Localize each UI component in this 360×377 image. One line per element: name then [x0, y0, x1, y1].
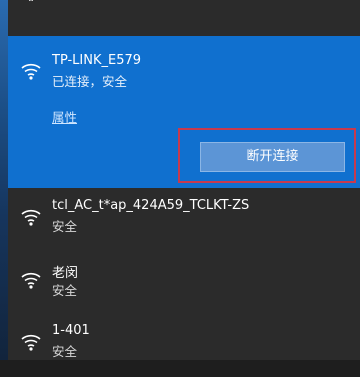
network-status: 安全 — [52, 219, 78, 234]
flyout-top-strip: ¨ — [8, 0, 360, 36]
properties-link[interactable]: 属性 — [52, 107, 77, 126]
network-status: 已连接，安全 — [52, 74, 128, 89]
network-name: 1-401 — [52, 323, 90, 338]
network-name: tcl_AC_t*ap_424A59_TCLKT-ZS — [52, 198, 250, 213]
network-item[interactable]: 老闵 安全 — [8, 255, 360, 317]
network-item[interactable]: 1-401 安全 — [8, 315, 360, 377]
disconnect-button[interactable]: 断开连接 — [200, 142, 345, 172]
top-glyph: ¨ — [28, 0, 34, 12]
wifi-signal-icon — [20, 206, 42, 226]
wifi-signal-icon — [20, 269, 42, 289]
network-name: TP-LINK_E579 — [52, 53, 142, 68]
network-status: 安全 — [52, 283, 78, 298]
network-status: 安全 — [52, 344, 78, 359]
wifi-signal-icon — [20, 60, 42, 80]
network-name: 老闵 — [52, 266, 79, 281]
wifi-signal-icon — [20, 331, 42, 351]
network-item[interactable]: tcl_AC_t*ap_424A59_TCLKT-ZS 安全 — [8, 190, 360, 252]
